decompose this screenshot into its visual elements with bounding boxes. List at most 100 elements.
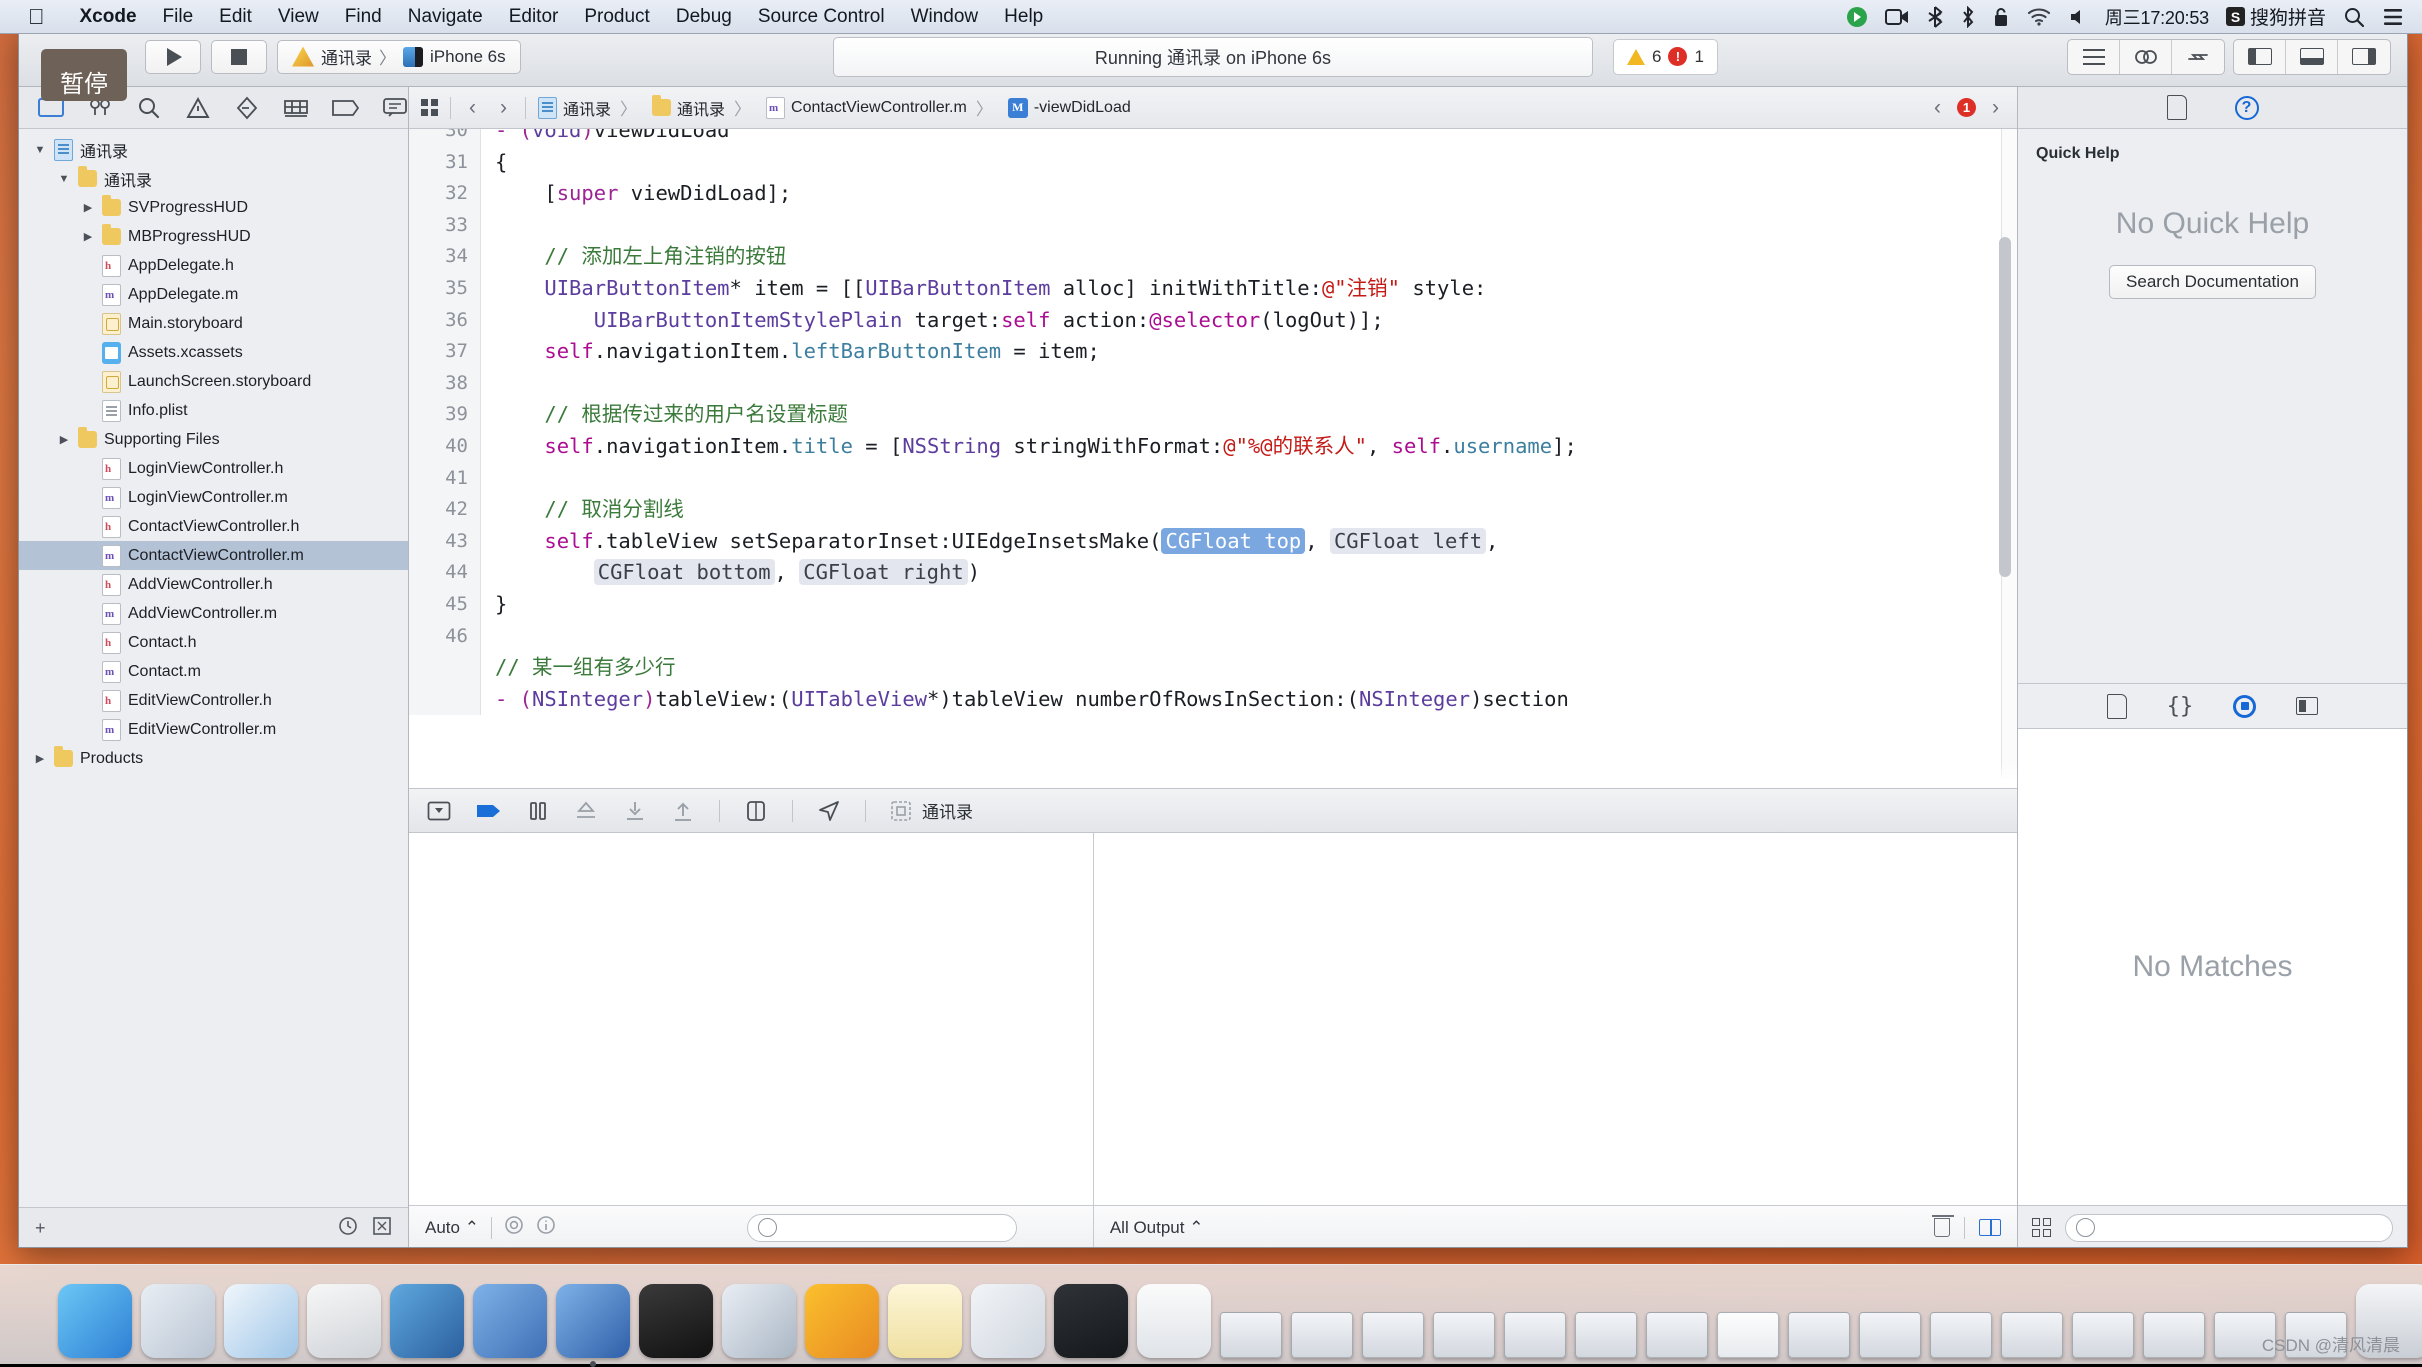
console-view[interactable]: All Output ⌃ (1094, 833, 2017, 1248)
editor-vertical-scrollbar[interactable] (1999, 237, 2011, 577)
file-tree-row[interactable]: ▶Main.storyboard (19, 309, 408, 338)
volume-icon[interactable] (2068, 7, 2088, 27)
file-tree-row[interactable]: ▶mAddViewController.m (19, 599, 408, 628)
code-line[interactable]: UIBarButtonItemStylePlain target:self ac… (495, 305, 2003, 337)
menu-item-find[interactable]: Find (332, 0, 395, 34)
menu-item-editor[interactable]: Editor (496, 0, 572, 34)
xcode-icon[interactable] (556, 1284, 630, 1358)
file-tree-row[interactable]: ▶hAddViewController.h (19, 570, 408, 599)
search-icon[interactable] (2343, 6, 2365, 28)
input-method-indicator[interactable]: S 搜狗拼音 (2226, 3, 2326, 30)
disclosure-closed-icon[interactable]: ▶ (81, 201, 95, 214)
code-snippet-library-icon[interactable]: {} (2167, 694, 2194, 719)
standard-editor-icon[interactable] (2068, 40, 2120, 74)
library-list[interactable]: No Matches (2018, 729, 2407, 1205)
launchpad-icon[interactable] (141, 1284, 215, 1358)
file-tree-row[interactable]: ▶LaunchScreen.storyboard (19, 367, 408, 396)
step-over-icon[interactable] (573, 800, 599, 822)
panel-toggles-segmented[interactable] (2233, 39, 2391, 75)
file-tree-row[interactable]: ▶hContact.h (19, 628, 408, 657)
pages-icon[interactable] (1137, 1284, 1211, 1358)
screenshot-app-icon[interactable] (390, 1284, 464, 1358)
file-inspector-icon[interactable] (2167, 95, 2187, 120)
dock-window-thumbnail[interactable] (1575, 1312, 1637, 1358)
dock-window-thumbnail[interactable] (1717, 1312, 1779, 1358)
file-tree-row[interactable]: ▼通讯录 (19, 164, 408, 193)
search-documentation-button[interactable]: Search Documentation (2109, 265, 2316, 299)
breadcrumb-project[interactable]: 通讯录 〉 (538, 95, 640, 120)
disclosure-closed-icon[interactable]: ▶ (33, 752, 47, 765)
file-tree-row[interactable]: ▶mLoginViewController.m (19, 483, 408, 512)
related-files-icon[interactable] (421, 99, 438, 116)
menu-clock[interactable]: 周三17:20:53 (2105, 4, 2209, 30)
dock-window-thumbnail[interactable] (1504, 1312, 1566, 1358)
code-line[interactable] (495, 210, 2003, 242)
continue-icon[interactable] (475, 801, 503, 821)
version-editor-icon[interactable] (2172, 40, 2224, 74)
menu-item-file[interactable]: File (150, 0, 207, 34)
browser-icon[interactable] (722, 1284, 796, 1358)
location-simulate-icon[interactable] (817, 800, 841, 822)
menu-item-product[interactable]: Product (571, 0, 662, 34)
next-issue-button[interactable]: › (1986, 96, 2005, 120)
library-filter-field[interactable] (2065, 1214, 2393, 1242)
debug-area-toggle-icon[interactable] (2286, 40, 2338, 74)
code-line[interactable] (495, 463, 2003, 495)
notes-icon[interactable] (888, 1284, 962, 1358)
step-out-icon[interactable] (671, 800, 695, 822)
lock-icon[interactable] (1992, 6, 2010, 28)
breadcrumb-file[interactable]: m ContactViewController.m 〉 (766, 95, 996, 120)
variables-list[interactable] (409, 833, 1093, 1205)
dropbox-icon[interactable] (1846, 6, 1868, 28)
breakpoint-navigator-icon[interactable] (331, 95, 359, 121)
view-hierarchy-icon[interactable] (744, 800, 768, 822)
step-into-icon[interactable] (623, 800, 647, 822)
breadcrumb-symbol[interactable]: M -viewDidLoad (1008, 98, 1131, 118)
library-grid-icon[interactable] (2032, 1218, 2051, 1237)
dock-window-thumbnail[interactable] (1646, 1312, 1708, 1358)
variables-filter-field[interactable] (747, 1214, 1017, 1242)
mouse-app-icon[interactable] (307, 1284, 381, 1358)
stop-button[interactable] (211, 40, 267, 74)
dock-window-thumbnail[interactable] (2072, 1312, 2134, 1358)
menu-item-edit[interactable]: Edit (206, 0, 265, 34)
sketch-icon[interactable] (805, 1284, 879, 1358)
file-tree-row[interactable]: ▶Info.plist (19, 396, 408, 425)
file-tree-row[interactable]: ▶mEditViewController.m (19, 715, 408, 744)
code-line[interactable]: - (NSInteger)tableView:(UITableView*)tab… (495, 684, 2003, 716)
navigate-forward-button[interactable]: › (494, 96, 513, 120)
help-icon[interactable] (971, 1284, 1045, 1358)
file-tree-row[interactable]: ▶SVProgressHUD (19, 193, 408, 222)
add-file-button[interactable]: + (35, 1218, 46, 1239)
disclosure-open-icon[interactable]: ▼ (33, 144, 47, 156)
menu-item-view[interactable]: View (265, 0, 332, 34)
file-tree-row[interactable]: ▶mContactViewController.m (19, 541, 408, 570)
code-line[interactable] (495, 368, 2003, 400)
info-icon[interactable] (536, 1215, 556, 1240)
issue-badge[interactable]: 1 (1957, 98, 1976, 117)
file-tree-row[interactable]: ▼通讯录 (19, 135, 408, 164)
quick-help-icon[interactable]: ? (2235, 96, 2259, 120)
menu-item-xcode[interactable]: Xcode (67, 0, 150, 34)
code-line[interactable]: // 某一组有多少行 (495, 652, 2003, 684)
dock-window-thumbnail[interactable] (2001, 1312, 2063, 1358)
file-tree-row[interactable]: ▶mAppDelegate.m (19, 280, 408, 309)
disclosure-closed-icon[interactable]: ▶ (57, 433, 71, 446)
code-line[interactable]: self.navigationItem.title = [NSString st… (495, 431, 2003, 463)
menu-item-source-control[interactable]: Source Control (745, 0, 898, 34)
run-button[interactable] (145, 40, 201, 74)
code-line[interactable]: self.tableView setSeparatorInset:UIEdgeI… (495, 526, 2003, 558)
pause-icon[interactable] (527, 801, 549, 821)
split-view-icon[interactable] (1979, 1219, 2001, 1236)
file-tree-row[interactable]: ▶hLoginViewController.h (19, 454, 408, 483)
project-file-tree[interactable]: ▼通讯录▼通讯录▶SVProgressHUD▶MBProgressHUD▶hAp… (19, 129, 408, 1207)
recent-icon[interactable] (338, 1216, 358, 1241)
code-line[interactable]: { (495, 147, 2003, 179)
object-library-icon[interactable] (2233, 695, 2256, 718)
menu-item-window[interactable]: Window (898, 0, 992, 34)
terminal-icon[interactable] (639, 1284, 713, 1358)
navigate-back-button[interactable]: ‹ (463, 96, 482, 120)
source-control-icon[interactable] (372, 1216, 392, 1241)
disclosure-open-icon[interactable]: ▼ (57, 173, 71, 185)
file-tree-row[interactable]: ▶MBProgressHUD (19, 222, 408, 251)
